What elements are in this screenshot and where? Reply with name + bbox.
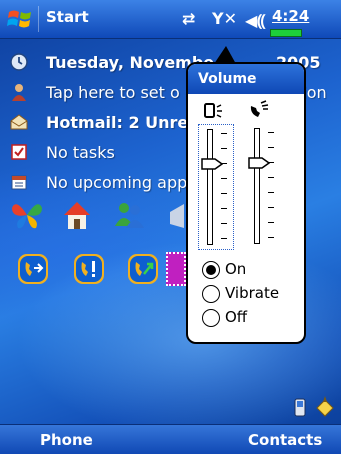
ring-vibrate-label: Vibrate [225,284,280,302]
ring-vibrate-option[interactable]: Vibrate [202,284,279,303]
phone-softkey[interactable]: Phone [40,431,93,449]
ringer-volume-ticks [268,132,278,252]
call-forward-icon [20,256,46,282]
contacts-softkey[interactable]: Contacts [248,431,322,449]
system-volume-ticks [221,133,231,253]
device-tray-icon[interactable] [290,396,310,418]
missed-call-icon [76,256,102,282]
call-history-icon [130,256,156,282]
hotmail-text: Hotmail: 2 Unre [46,113,189,132]
ring-vibrate-radio[interactable] [202,284,220,303]
messenger-icon[interactable] [112,198,146,232]
signal-off-icon[interactable]: Y✕ [212,9,237,28]
call-forward-button[interactable] [18,254,48,284]
home-icon[interactable] [60,198,94,232]
battery-icon [270,29,302,37]
notification-tray-icon[interactable] [314,394,336,418]
speaker-icon[interactable]: ◀⸨ [245,9,265,31]
ringer-volume-track [254,128,260,244]
ring-on-option[interactable]: On [202,260,246,279]
calendar-icon [11,175,27,190]
call-history-button[interactable] [128,254,158,284]
butterfly-icon[interactable] [10,198,44,232]
system-volume-thumb[interactable] [201,157,223,170]
missed-call-button[interactable] [74,254,104,284]
speaker-volume-icon [204,103,222,118]
mail-icon [10,114,28,130]
clock-icon [10,53,28,71]
selected-app-button[interactable] [166,252,186,286]
windows-flag-icon[interactable] [6,7,34,31]
volume-title: Volume [188,64,304,94]
ring-off-radio[interactable] [202,308,220,327]
system-volume-track [207,129,213,245]
today-screen: Start ⇄ Y✕ ◀⸨ 4:24 Tuesday, Novembe 2005… [0,0,341,454]
top-status-bar: Start ⇄ Y✕ ◀⸨ 4:24 [0,0,341,39]
ring-on-radio[interactable] [202,260,220,279]
connectivity-icon[interactable]: ⇄ [182,9,195,28]
volume-popup: Volume On Vibrate Off [186,62,306,344]
start-separator [38,6,39,32]
clock[interactable]: 4:24 [272,7,309,25]
ring-off-label: Off [225,308,248,326]
softkey-bar: Phone Contacts [0,424,341,454]
start-menu-button[interactable]: Start [46,8,89,26]
tasks-text: No tasks [46,143,115,162]
tasks-icon [11,144,27,160]
partial-app-icon[interactable] [166,198,186,232]
ring-on-label: On [225,260,247,278]
system-volume-slider[interactable] [198,124,234,250]
ringer-volume-slider[interactable] [246,124,280,248]
ring-off-option[interactable]: Off [202,308,247,327]
calendar-text: No upcoming app [46,173,188,192]
owner-text: Tap here to set o [46,83,180,102]
owner-icon [12,84,26,101]
ringer-volume-icon [250,100,269,117]
ringer-volume-thumb[interactable] [248,156,270,169]
